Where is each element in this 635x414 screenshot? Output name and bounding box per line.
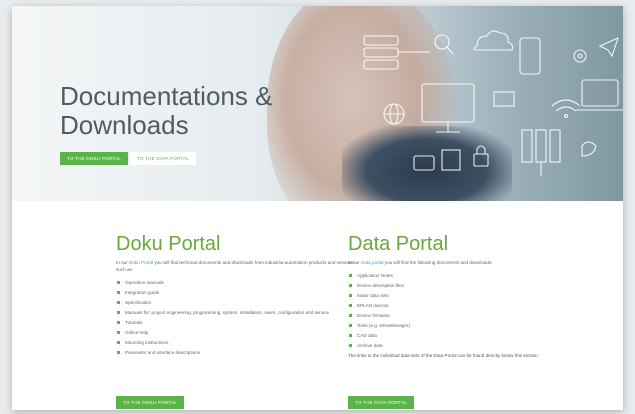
hero-data-portal-button[interactable]: TO THE DATA PORTAL bbox=[130, 152, 197, 165]
list-item: Application Notes bbox=[348, 272, 588, 279]
hero-button-group: TO THE DOKU PORTAL TO THE DATA PORTAL bbox=[60, 152, 197, 165]
doku-intro-pre: In our bbox=[116, 260, 128, 265]
list-item: Mounting instructions bbox=[116, 339, 356, 346]
data-portal-heading: Data Portal bbox=[348, 233, 449, 255]
data-portal-button[interactable]: TO THE DATA PORTAL bbox=[348, 396, 415, 409]
list-item: Tutorials bbox=[116, 319, 356, 326]
list-item: Archive data bbox=[348, 342, 588, 349]
page-frame: Documentations & Downloads TO THE DOKU P… bbox=[12, 6, 623, 410]
title-line-2: Downloads bbox=[60, 110, 189, 140]
list-item: Manuals for: project engineering, progra… bbox=[116, 309, 356, 316]
list-item: Specification bbox=[116, 299, 356, 306]
doku-portal-link[interactable]: Doku Portal bbox=[129, 260, 153, 265]
hero-banner: Documentations & Downloads TO THE DOKU P… bbox=[12, 6, 623, 201]
list-item: EPLAN macros bbox=[348, 302, 588, 309]
list-item: Tools (e.g. DriveManager) bbox=[348, 322, 588, 329]
doku-portal-button[interactable]: TO THE DOKU PORTAL bbox=[116, 396, 185, 409]
data-portal-list: Application Notes Device description fil… bbox=[348, 272, 588, 349]
data-portal-link[interactable]: Data portal bbox=[361, 260, 383, 265]
tech-icons-illustration bbox=[363, 30, 623, 176]
list-item: Device firmware bbox=[348, 312, 588, 319]
data-portal-note: The links to the individual data sets of… bbox=[348, 353, 540, 358]
data-intro-post: you will find the following documents an… bbox=[384, 260, 493, 265]
data-portal-section: Data Portal In our Data portal you will … bbox=[348, 233, 588, 364]
list-item: CAD data bbox=[348, 332, 588, 339]
list-item: Operation manuals bbox=[116, 279, 356, 286]
data-intro-pre: In our bbox=[348, 260, 360, 265]
hero-doku-portal-button[interactable]: TO THE DOKU PORTAL bbox=[60, 152, 129, 165]
doku-portal-section: Doku Portal In our Doku Portal you will … bbox=[116, 233, 356, 359]
data-portal-intro: In our Data portal you will find the fol… bbox=[348, 259, 588, 266]
doku-portal-heading: Doku Portal bbox=[116, 233, 221, 255]
doku-portal-list: Operation manuals Integration guide Spec… bbox=[116, 279, 356, 356]
list-item: Device description files bbox=[348, 282, 588, 289]
title-line-1: Documentations & bbox=[60, 81, 273, 111]
page-title: Documentations & Downloads bbox=[60, 82, 272, 140]
doku-portal-intro: In our Doku Portal you will find technic… bbox=[116, 259, 356, 273]
list-item: Integration guide bbox=[116, 289, 356, 296]
list-item: Parameter and interface descriptions bbox=[116, 349, 356, 356]
list-item: Motor data sets bbox=[348, 292, 588, 299]
list-item: Online help bbox=[116, 329, 356, 336]
